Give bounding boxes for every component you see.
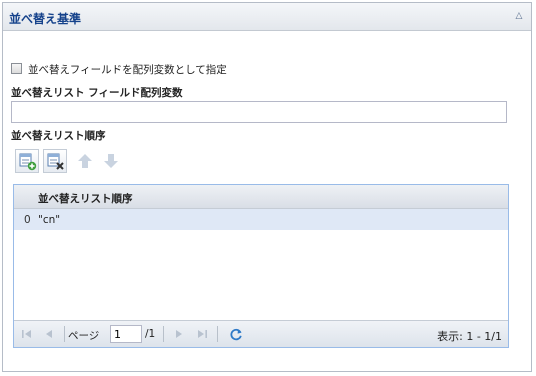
pagination-toolbar: ページ /1 表示: 1 - 1/1 xyxy=(14,320,508,347)
add-sort-row-button[interactable] xyxy=(15,149,39,173)
arrow-down-icon xyxy=(104,154,118,168)
page-number-input[interactable] xyxy=(110,325,142,343)
total-pages: /1 xyxy=(145,328,156,340)
row-number: 0 xyxy=(24,214,31,226)
list-field-label: 並べ替えリスト フィールド配列変数 xyxy=(11,87,183,99)
pager-separator xyxy=(217,326,218,342)
panel-header: 並べ替え基準 △ xyxy=(3,3,531,31)
move-up-button[interactable] xyxy=(73,149,97,173)
panel-title: 並べ替え基準 xyxy=(9,12,82,26)
chevron-up-icon[interactable]: △ xyxy=(513,10,525,22)
list-field-input[interactable] xyxy=(11,101,507,123)
array-variable-checkbox-label: 並べ替えフィールドを配列変数として指定 xyxy=(28,64,227,76)
grid-column-header[interactable]: 並べ替えリスト順序 xyxy=(38,191,133,206)
sort-order-grid: 並べ替えリスト順序 0 "cn" ページ /1 xyxy=(13,184,509,348)
grid-header: 並べ替えリスト順序 xyxy=(14,185,508,209)
pager-separator xyxy=(64,326,65,342)
first-page-icon[interactable] xyxy=(20,327,34,341)
refresh-icon[interactable] xyxy=(229,327,243,341)
row-value[interactable]: "cn" xyxy=(38,214,60,226)
add-row-icon xyxy=(19,153,37,171)
display-info: 表示: 1 - 1/1 xyxy=(437,330,502,343)
table-row[interactable]: 0 "cn" xyxy=(14,209,508,230)
sort-order-label: 並べ替えリスト順序 xyxy=(11,130,106,142)
pager-separator xyxy=(163,326,164,342)
last-page-icon[interactable] xyxy=(195,327,209,341)
prev-page-icon[interactable] xyxy=(42,327,56,341)
move-down-button[interactable] xyxy=(99,149,123,173)
page-label: ページ xyxy=(68,330,100,342)
next-page-icon[interactable] xyxy=(172,327,186,341)
arrow-up-icon xyxy=(78,154,92,168)
sort-criteria-panel: 並べ替え基準 △ 並べ替えフィールドを配列変数として指定 並べ替えリスト フィー… xyxy=(2,2,532,372)
delete-sort-row-button[interactable] xyxy=(43,149,67,173)
delete-row-icon xyxy=(47,153,64,170)
array-variable-checkbox[interactable] xyxy=(11,63,22,74)
